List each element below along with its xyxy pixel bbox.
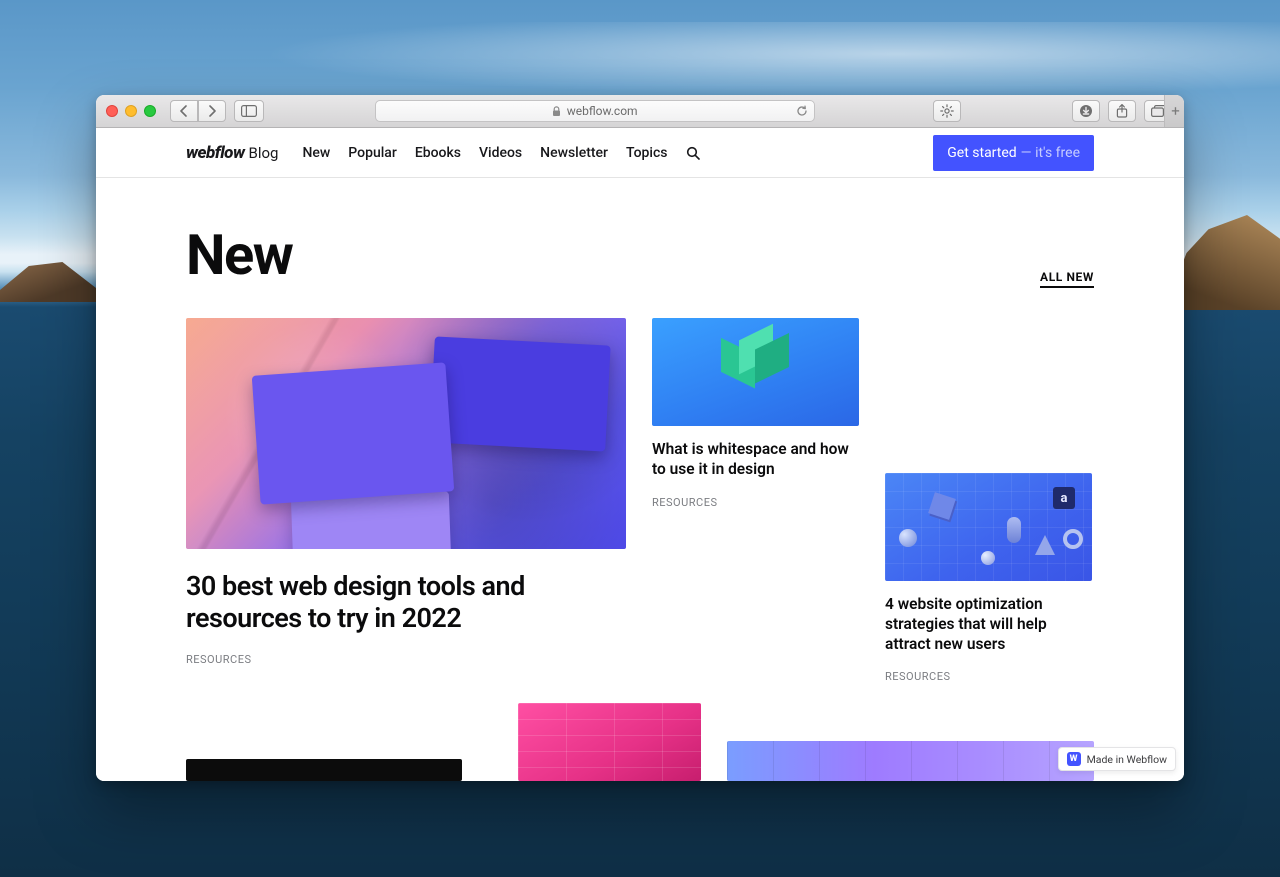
share-button[interactable] [1108,100,1136,122]
shape-cone [1035,535,1055,555]
nav-newsletter[interactable]: Newsletter [540,145,608,161]
shape-ring [1063,529,1083,549]
back-button[interactable] [170,100,198,122]
address-bar[interactable]: webflow.com [375,100,815,122]
feature-tag: RESOURCES [186,653,626,666]
address-host: webflow.com [567,104,638,118]
safari-window: webflow.com [96,95,1184,781]
brand-sub: Blog [248,144,278,162]
webflow-logo-icon: W [1067,752,1081,766]
site-nav: webflow Blog New Popular Ebooks Videos N… [96,128,1184,178]
minimize-window-button[interactable] [125,105,137,117]
shape-cylinder [1007,517,1021,543]
chevron-left-icon [179,105,189,117]
sidebar-icon [241,105,257,117]
extension-button[interactable] [933,100,961,122]
nav-new[interactable]: New [302,145,330,161]
page-viewport: webflow Blog New Popular Ebooks Videos N… [96,128,1184,781]
gear-icon [940,104,954,118]
card-thumbnail-partial[interactable] [186,759,462,781]
brand-wordmark: webflow [186,143,244,163]
feature-title: 30 best web design tools and resources t… [186,571,626,635]
feature-thumbnail [186,318,626,549]
card-whitespace[interactable]: What is whitespace and how to use it in … [652,318,859,509]
card-thumbnail: a [885,473,1092,581]
island-left [0,262,96,302]
safari-toolbar: webflow.com [96,95,1184,128]
card-thumbnail-partial[interactable] [518,703,701,781]
downloads-button[interactable] [1072,100,1100,122]
window-controls [106,105,156,117]
made-in-webflow-badge[interactable]: W Made in Webflow [1058,747,1176,771]
island-right [1170,215,1280,310]
card-thumbnail [652,318,859,426]
card-title: 4 website optimization strategies that w… [885,595,1092,654]
cards-grid: 30 best web design tools and resources t… [186,318,1094,683]
shape-cube [928,492,956,520]
search-button[interactable] [686,146,700,160]
sidebar-toggle-button[interactable] [234,100,264,122]
lower-cards-row [96,691,1184,781]
card-optimization[interactable]: a 4 website optimization strategies that… [885,473,1092,683]
card-tag: RESOURCES [885,670,1092,683]
close-window-button[interactable] [106,105,118,117]
shape-sphere [981,551,995,565]
all-new-link[interactable]: ALL NEW [1040,270,1094,288]
brand[interactable]: webflow Blog [186,143,278,163]
search-icon [686,146,700,160]
thumb-panel [290,491,451,549]
chevron-right-icon [207,105,217,117]
cta-main-label: Get started [947,145,1016,161]
forward-button[interactable] [198,100,226,122]
thumb-panel [430,337,611,452]
reload-button[interactable] [796,105,808,117]
card-thumbnail-partial[interactable] [727,741,1094,781]
feature-card[interactable]: 30 best web design tools and resources t… [186,318,626,666]
nav-back-forward-group [170,100,226,122]
section-header: New ALL NEW [186,222,1094,288]
download-icon [1079,104,1093,118]
sky-cloud [0,22,1280,102]
card-tag: RESOURCES [652,496,859,509]
shape-letter-a: a [1053,487,1075,509]
cube-icon [733,349,779,395]
nav-videos[interactable]: Videos [479,145,522,161]
new-tab-button[interactable]: + [1164,95,1184,127]
desktop-background: webflow.com [0,0,1280,877]
cta-sub-label: — it's free [1021,145,1080,161]
section-title: New [186,222,292,288]
card-title: What is whitespace and how to use it in … [652,440,859,480]
fullscreen-window-button[interactable] [144,105,156,117]
toolbar-right-group [1072,100,1174,122]
reload-icon [796,105,808,117]
share-icon [1116,104,1128,118]
nav-topics[interactable]: Topics [626,145,667,161]
plus-icon: + [1171,102,1180,120]
nav-popular[interactable]: Popular [348,145,397,161]
nav-ebooks[interactable]: Ebooks [415,145,461,161]
content-area: New ALL NEW 30 best web design tools and… [96,178,1184,683]
lock-icon [552,106,561,117]
get-started-button[interactable]: Get started — it's free [933,135,1094,171]
shape-sphere [899,529,917,547]
badge-label: Made in Webflow [1087,753,1167,766]
